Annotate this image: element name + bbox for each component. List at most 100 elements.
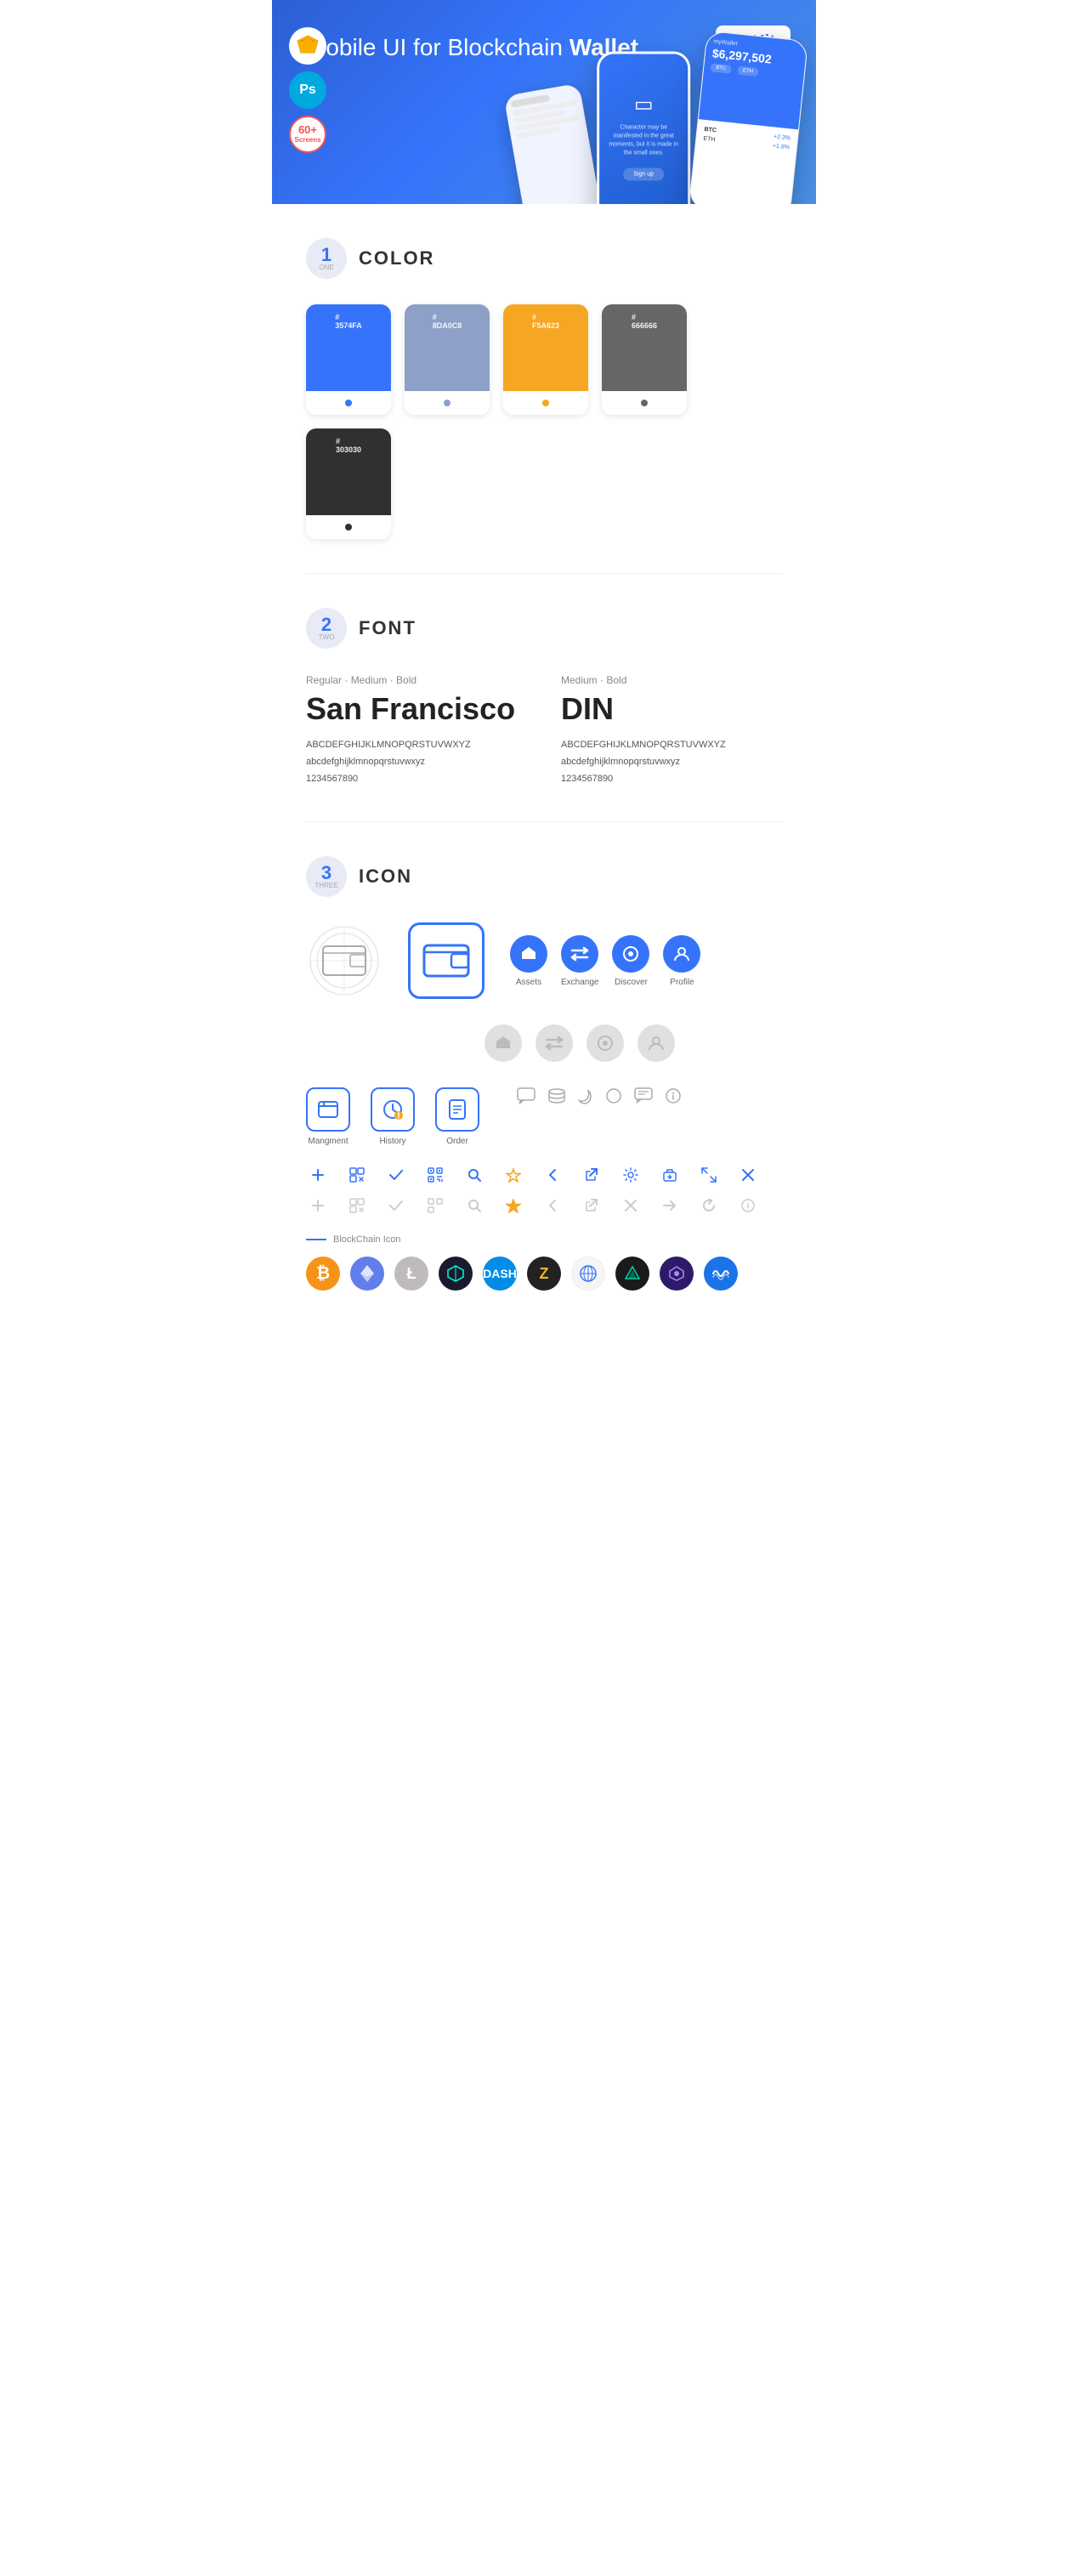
search-icon — [462, 1163, 486, 1187]
qr-icon-faded — [423, 1194, 447, 1217]
discover-icon-inactive — [586, 1024, 624, 1062]
font-din: Medium · Bold DIN ABCDEFGHIJKLMNOPQRSTUV… — [561, 674, 782, 787]
swatch-dot-1 — [345, 400, 352, 406]
nav-icons-active: Assets Exchange — [510, 935, 700, 987]
arrow-right-faded — [658, 1194, 682, 1217]
color-section-header: 1 ONE COLOR — [306, 238, 782, 279]
swatch-dot-4 — [641, 400, 648, 406]
nav-icon-assets: Assets — [510, 935, 547, 987]
exchange-icon-circle — [561, 935, 598, 973]
moon-icon — [578, 1087, 593, 1104]
font-din-style: Medium · Bold — [561, 674, 782, 686]
font-din-lower: abcdefghijklmnopqrstuvwxyz — [561, 754, 782, 771]
icon-section: 3 THREE ICON — [272, 822, 816, 1325]
icon-demo-row: Assets Exchange — [306, 922, 782, 999]
icon-wireframe-container — [306, 922, 382, 999]
utility-icons-row1 — [306, 1163, 782, 1187]
tezos-icon — [571, 1257, 605, 1291]
font-sf-nums: 1234567890 — [306, 771, 527, 788]
font-din-upper: ABCDEFGHIJKLMNOPQRSTUVWXYZ — [561, 737, 782, 754]
comment-icon — [517, 1087, 536, 1104]
star-icon — [502, 1163, 525, 1187]
assets-icon-circle — [510, 935, 547, 973]
font-sf-style: Regular · Medium · Bold — [306, 674, 527, 686]
qr-icon — [423, 1163, 447, 1187]
swatch-orange: #F5A623 — [503, 304, 588, 415]
hero-badges: Ps 60+ Screens — [289, 27, 326, 153]
icon-section-header: 3 THREE ICON — [306, 856, 782, 897]
nav-icon-discover-inactive — [586, 1024, 624, 1062]
blockchain-text: BlockChain Icon — [333, 1234, 401, 1245]
swatch-dot-5 — [345, 524, 352, 531]
nav-icon-discover: Discover — [612, 935, 649, 987]
wallet-icon-blue — [422, 942, 470, 979]
ps-badge: Ps — [289, 71, 326, 109]
x-icon-faded — [619, 1194, 643, 1217]
profile-icon-circle — [663, 935, 700, 973]
stratis-icon — [615, 1257, 649, 1291]
swatch-color-2: #8DA0C8 — [405, 304, 490, 391]
hero-section: Mobile UI for Blockchain Wallet UI Kit P… — [272, 0, 816, 204]
check-icon — [384, 1163, 408, 1187]
history-icon-box — [371, 1087, 415, 1132]
crypto-icons-row: ₿ Ł DASH Z — [306, 1257, 782, 1291]
info-icon — [665, 1087, 682, 1104]
app-icon-history: History — [371, 1087, 415, 1146]
app-icon-order: Order — [435, 1087, 479, 1146]
chevron-left-icon — [541, 1163, 564, 1187]
zcash-icon: Z — [527, 1257, 561, 1291]
swatch-color-4: #666666 — [602, 304, 687, 391]
nuls-icon — [439, 1257, 473, 1291]
stack-icon — [547, 1087, 566, 1104]
check-icon-faded — [384, 1194, 408, 1217]
font-sf-lower: abcdefghijklmnopqrstuvwxyz — [306, 754, 527, 771]
color-title: COLOR — [359, 247, 434, 270]
utility-icons-row2 — [306, 1194, 782, 1217]
swatch-color-3: #F5A623 — [503, 304, 588, 391]
plus-icon-faded — [306, 1194, 330, 1217]
waves-icon — [704, 1257, 738, 1291]
nav-icon-exchange: Exchange — [561, 935, 598, 987]
icon-title: ICON — [359, 865, 412, 888]
font-din-name: DIN — [561, 691, 782, 727]
grid-edit-icon — [345, 1163, 369, 1187]
litecoin-icon: Ł — [394, 1257, 428, 1291]
font-sf-upper: ABCDEFGHIJKLMNOPQRSTUVWXYZ — [306, 737, 527, 754]
order-icon-box — [435, 1087, 479, 1132]
swatch-dot-3 — [542, 400, 549, 406]
exchange-icon-inactive — [536, 1024, 573, 1062]
profile-icon-inactive — [638, 1024, 675, 1062]
font-sf: Regular · Medium · Bold San Francisco AB… — [306, 674, 527, 787]
dash-icon: DASH — [483, 1257, 517, 1291]
management-icon-box — [306, 1087, 350, 1132]
swatch-gray: #666666 — [602, 304, 687, 415]
color-section: 1 ONE COLOR #3574FA #8DA0C8 #F5A6 — [272, 204, 816, 573]
blockchain-label: BlockChain Icon — [306, 1234, 782, 1245]
nav-icon-profile-inactive — [638, 1024, 675, 1062]
swatch-dot-2 — [444, 400, 450, 406]
close-icon — [736, 1163, 760, 1187]
export-icon — [658, 1163, 682, 1187]
swatch-blue: #3574FA — [306, 304, 391, 415]
number-badge-1: 1 ONE — [306, 238, 347, 279]
share-icon-faded — [580, 1194, 604, 1217]
settings-icon — [619, 1163, 643, 1187]
font-grid: Regular · Medium · Bold San Francisco AB… — [306, 674, 782, 787]
swatch-color-5: #303030 — [306, 428, 391, 515]
chevron-left-icon-faded — [541, 1194, 564, 1217]
nav-icon-profile: Profile — [663, 935, 700, 987]
search-icon-faded — [462, 1194, 486, 1217]
swatch-dark: #303030 — [306, 428, 391, 539]
chat-bubble-icon — [634, 1087, 653, 1104]
plus-icon — [306, 1163, 330, 1187]
number-badge-3: 3 THREE — [306, 856, 347, 897]
phone-2: ▭ Character may be manifested in the gre… — [597, 52, 690, 204]
font-title: FONT — [359, 617, 416, 639]
nav-icon-exchange-inactive — [536, 1024, 573, 1062]
phone-1 — [503, 83, 604, 204]
font-din-nums: 1234567890 — [561, 771, 782, 788]
swatch-grayblue: #8DA0C8 — [405, 304, 490, 415]
small-icons-right — [517, 1087, 682, 1104]
font-section: 2 TWO FONT Regular · Medium · Bold San F… — [272, 574, 816, 821]
blockchain-line — [306, 1239, 326, 1240]
